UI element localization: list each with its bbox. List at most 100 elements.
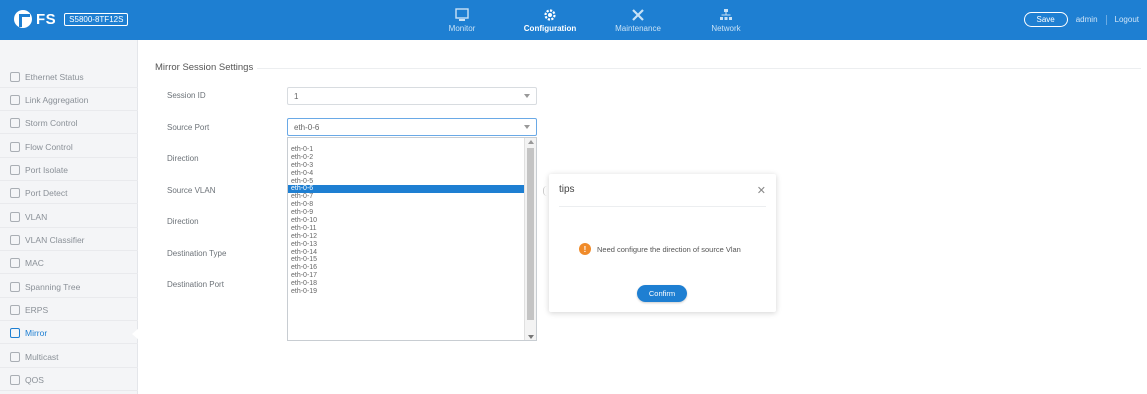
dropdown-option[interactable]: eth-0-9 — [288, 209, 524, 217]
storm-icon — [10, 117, 20, 128]
dropdown-option[interactable]: eth-0-13 — [288, 241, 524, 249]
erps-icon — [10, 304, 20, 315]
sidebar-item-erps[interactable]: ERPS — [0, 299, 138, 321]
sidebar-item-qos[interactable]: QOS — [0, 369, 138, 391]
sidebar: Ethernet Status Link Aggregation Storm C… — [0, 40, 139, 394]
monitor-icon — [455, 7, 469, 22]
sidebar-item-label: Port Detect — [25, 187, 68, 198]
multicast-icon — [10, 351, 20, 362]
tools-icon — [631, 8, 645, 22]
sidebar-item-label: Port Isolate — [25, 164, 68, 175]
dropdown-option[interactable]: eth-0-19 — [288, 288, 524, 296]
confirm-button[interactable]: Confirm — [637, 285, 687, 302]
nav-maintenance[interactable]: Maintenance — [594, 0, 682, 40]
sidebar-item-label: QOS — [25, 374, 44, 385]
classifier-icon — [10, 234, 20, 245]
brand-logo[interactable]: FS S5800-8TF12S — [14, 10, 129, 28]
source-port-value: eth-0-6 — [294, 122, 320, 132]
sidebar-item-port-isolate[interactable]: Port Isolate — [0, 159, 138, 181]
dialog-title: tips — [559, 184, 575, 195]
session-id-select[interactable]: 1 — [287, 87, 537, 105]
session-id-label: Session ID — [167, 91, 206, 100]
nav-network-label: Network — [711, 23, 741, 33]
tips-dialog: tips ✕ ! Need configure the direction of… — [549, 174, 776, 312]
nav-network[interactable]: Network — [682, 0, 770, 40]
dropdown-option[interactable]: eth-0-16 — [288, 264, 524, 272]
dropdown-option[interactable]: eth-0-8 — [288, 201, 524, 209]
nav-monitor[interactable]: Monitor — [418, 0, 506, 40]
dropdown-options: eth-0-1 eth-0-2 eth-0-3 eth-0-4 eth-0-5 eth-0… — [288, 146, 524, 296]
dropdown-option[interactable]: eth-0-4 — [288, 170, 524, 178]
sidebar-item-mirror[interactable]: Mirror — [0, 322, 139, 344]
dropdown-scrollbar[interactable] — [524, 138, 536, 340]
save-button[interactable]: Save — [1023, 12, 1068, 27]
nav-monitor-label: Monitor — [448, 23, 476, 33]
sidebar-item-link-aggregation[interactable]: Link Aggregation — [0, 89, 138, 111]
dropdown-option[interactable]: eth-0-2 — [288, 154, 524, 162]
dropdown-option[interactable]: eth-0-3 — [288, 162, 524, 170]
scroll-up-icon[interactable] — [528, 140, 534, 144]
sidebar-item-label: Ethernet Status — [25, 71, 84, 82]
dropdown-option[interactable]: eth-0-6 — [288, 185, 524, 194]
dropdown-option[interactable]: eth-0-5 — [288, 178, 524, 186]
sidebar-item-spanning-tree[interactable]: Spanning Tree — [0, 276, 138, 298]
brand-name: FS — [36, 10, 57, 28]
sidebar-item-label: Flow Control — [25, 141, 73, 152]
nav-configuration[interactable]: Configuration — [506, 0, 594, 40]
source-port-dropdown[interactable]: eth-0-1 eth-0-2 eth-0-3 eth-0-4 eth-0-5 eth-0… — [287, 137, 537, 341]
nav-maintenance-label: Maintenance — [615, 23, 661, 33]
active-indicator — [132, 328, 139, 340]
sidebar-item-port-detect[interactable]: Port Detect — [0, 182, 138, 204]
sidebar-item-storm-control[interactable]: Storm Control — [0, 112, 138, 134]
dropdown-option[interactable]: eth-0-10 — [288, 217, 524, 225]
dropdown-option[interactable]: eth-0-11 — [288, 225, 524, 233]
section-title: Mirror Session Settings — [155, 62, 254, 73]
scroll-down-icon[interactable] — [528, 335, 534, 339]
link-icon — [10, 94, 20, 105]
close-icon[interactable]: ✕ — [757, 184, 766, 197]
dropdown-option[interactable]: eth-0-12 — [288, 233, 524, 241]
source-vlan-label: Source VLAN — [167, 186, 216, 195]
sidebar-item-label: VLAN Classifier — [25, 234, 85, 245]
sidebar-item-label: Mirror — [25, 327, 48, 338]
sidebar-item-vlan[interactable]: VLAN — [0, 206, 138, 228]
qos-icon — [10, 374, 20, 385]
isolate-icon — [10, 164, 20, 175]
header-actions: Save admin Logout — [1023, 12, 1139, 27]
dropdown-option[interactable]: eth-0-7 — [288, 193, 524, 201]
scroll-thumb[interactable] — [527, 148, 534, 320]
section-divider — [257, 68, 1141, 69]
logout-link[interactable]: Logout — [1115, 15, 1139, 24]
source-port-label: Source Port — [167, 123, 210, 132]
user-name[interactable]: admin — [1076, 15, 1098, 24]
source-port-select[interactable]: eth-0-6 — [287, 118, 537, 136]
gear-icon — [543, 8, 557, 22]
main-content: Mirror Session Settings Session ID 1 Sou… — [139, 40, 1147, 394]
tree-icon — [10, 281, 20, 292]
dialog-message: ! Need configure the direction of source… — [579, 243, 741, 255]
sidebar-item-mac[interactable]: MAC — [0, 252, 138, 274]
sidebar-item-ethernet-status[interactable]: Ethernet Status — [0, 66, 138, 88]
ethernet-icon — [10, 71, 20, 82]
dropdown-option[interactable]: eth-0-15 — [288, 256, 524, 264]
top-bar: FS S5800-8TF12S Monitor Configuration Ma… — [0, 0, 1147, 40]
sidebar-item-label: ERPS — [25, 304, 49, 315]
network-icon — [719, 8, 733, 22]
flow-icon — [10, 141, 20, 152]
dialog-message-text: Need configure the direction of source V… — [597, 244, 741, 254]
dropdown-option[interactable]: eth-0-1 — [288, 146, 524, 154]
sidebar-item-multicast[interactable]: Multicast — [0, 346, 138, 368]
dropdown-option[interactable]: eth-0-18 — [288, 280, 524, 288]
destination-type-label: Destination Type — [167, 249, 227, 258]
sidebar-item-vlan-classifier[interactable]: VLAN Classifier — [0, 229, 138, 251]
dropdown-option[interactable]: eth-0-17 — [288, 272, 524, 280]
fs-logo-icon — [14, 10, 32, 28]
sidebar-item-label: Storm Control — [25, 117, 78, 128]
dropdown-option[interactable]: eth-0-14 — [288, 249, 524, 257]
destination-port-label: Destination Port — [167, 280, 224, 289]
sidebar-item-flow-control[interactable]: Flow Control — [0, 136, 138, 158]
sidebar-item-label: MAC — [25, 257, 44, 268]
nav-configuration-label: Configuration — [523, 23, 577, 33]
session-id-value: 1 — [294, 91, 299, 101]
mirror-icon — [10, 327, 20, 338]
